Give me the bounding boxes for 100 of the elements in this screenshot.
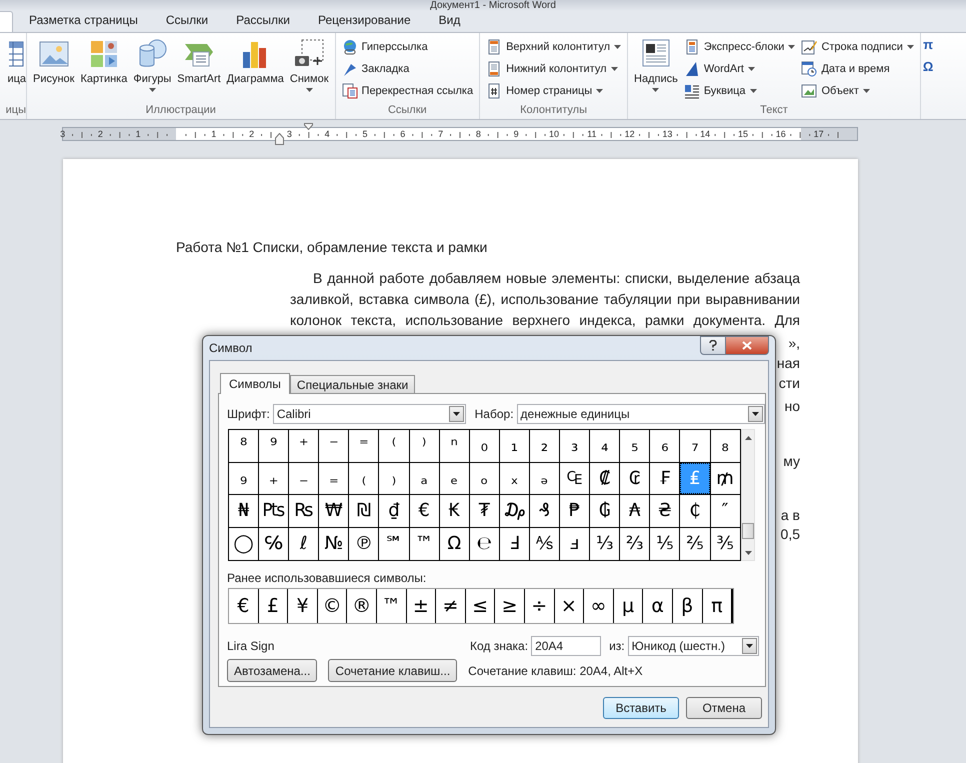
ribbon-tab[interactable]: Рецензирование [304,11,425,32]
symbol-cell[interactable]: ₎ [379,462,409,494]
symbol-cell[interactable]: ₓ [500,462,529,494]
symbol-cell[interactable]: ₔ [530,462,560,494]
symbol-cell[interactable]: ℮ [470,528,499,560]
symbol-cell[interactable]: ₯ [500,495,529,528]
dialog-tab[interactable]: Специальные знаки [290,375,416,393]
hanging-indent-marker[interactable] [275,133,284,145]
symbol-cell[interactable]: β [672,589,702,623]
ribbon-button[interactable]: Дата и время [799,59,916,79]
ribbon-button[interactable]: Строка подписи [799,37,916,57]
ribbon-button[interactable]: Картинка [78,36,130,104]
symbol-cell[interactable]: ⁾ [410,430,439,462]
symbol-cell[interactable]: © [318,589,346,623]
symbol-cell[interactable]: ¥ [288,589,317,623]
symbol-cell[interactable]: ™ [410,528,439,560]
symbol-cell[interactable]: ⁸ [229,430,258,462]
ribbon-button[interactable]: π [922,36,934,54]
symbol-cell[interactable]: № [319,528,348,560]
symbol-cell[interactable]: ⅕ [650,528,680,560]
symbol-cell[interactable]: ₍ [349,462,378,494]
ribbon-tab[interactable]: Рассылки [222,11,304,32]
symbol-cell[interactable]: ⅔ [620,528,650,560]
font-dropdown[interactable]: Calibri [272,404,466,424]
symbol-cell[interactable]: ₮ [470,495,499,528]
symbol-cell[interactable]: ₂ [530,430,560,462]
first-line-indent-marker[interactable] [304,123,313,130]
symbol-cell[interactable]: ″ [710,495,740,528]
character-code-field[interactable]: 20A4 [531,636,602,656]
symbol-cell[interactable]: ⅍ [530,528,560,560]
ribbon-button[interactable]: Снимок [288,36,331,104]
symbol-cell[interactable]: ₠ [560,462,590,494]
symbol-cell[interactable]: ₲ [590,495,620,528]
symbol-cell[interactable]: ₋ [289,462,318,494]
ribbon-button[interactable]: Закладка [340,59,476,79]
ribbon-button[interactable]: Перекрестная ссылка [340,81,476,101]
symbol-cell[interactable]: ™ [376,589,406,623]
symbol-cell[interactable]: ÷ [524,589,554,623]
symbol-cell[interactable]: ⁺ [289,430,318,462]
symbol-cell[interactable]: ₃ [560,430,590,462]
symbol-cell[interactable]: ₆ [650,430,680,462]
ribbon-button[interactable]: Верхний колонтитул [484,37,624,57]
ribbon-button[interactable]: Экспресс-блоки [682,37,798,57]
symbol-cell[interactable]: ₡ [590,462,620,494]
ribbon-button[interactable]: Ω [922,58,934,76]
symbol-cell[interactable]: ⁼ [349,430,378,462]
symbol-cell[interactable]: ₪ [349,495,378,528]
symbol-cell[interactable]: ₉ [229,462,258,494]
symbol-cell[interactable]: ⁻ [319,430,348,462]
symbol-cell[interactable]: ₢ [620,462,650,494]
symbol-cell[interactable]: ⅗ [710,528,740,560]
symbol-cell[interactable]: ⅎ [560,528,590,560]
symbol-cell[interactable]: ℓ [289,528,318,560]
scrollbar[interactable] [741,429,755,561]
symbol-cell[interactable]: ₌ [319,462,348,494]
symbol-cell[interactable]: ⁽ [379,430,409,462]
symbol-cell[interactable]: Ⅎ [500,528,529,560]
symbol-cell[interactable]: ₅ [620,430,650,462]
symbol-cell[interactable]: ℗ [349,528,378,560]
symbol-cell[interactable]: ₧ [259,495,288,528]
ribbon-button[interactable]: Буквица [682,81,798,101]
symbol-cell[interactable]: ⁿ [440,430,469,462]
symbol-cell[interactable]: ℠ [379,528,409,560]
scroll-thumb[interactable] [742,523,754,539]
ribbon-button[interactable]: SmartArt [175,36,223,104]
symbol-cell[interactable]: ₱ [560,495,590,528]
symbol-cell[interactable]: ₳ [620,495,650,528]
symbol-cell[interactable]: ₴ [650,495,680,528]
insert-button[interactable]: Вставить [603,697,679,719]
symbol-cell[interactable]: ₈ [710,430,740,462]
ribbon-button[interactable]: Нижний колонтитул [484,59,624,79]
symbol-cell[interactable]: € [410,495,439,528]
ribbon-button[interactable]: Гиперссылка [340,37,476,57]
ribbon-button[interactable]: WordArt [682,59,798,79]
symbol-cell[interactable]: ⁹ [259,430,288,462]
symbol-cell[interactable]: π [702,589,732,623]
symbol-cell[interactable]: ₀ [470,430,499,462]
symbol-cell[interactable]: ₫ [379,495,409,528]
symbol-cell[interactable]: ₐ [410,462,439,494]
symbol-cell[interactable]: € [229,589,258,623]
symbol-cell[interactable]: ₒ [470,462,499,494]
symbol-cell[interactable]: ₰ [530,495,560,528]
symbol-cell[interactable]: ◯ [229,528,258,560]
ribbon-tab[interactable]: Ссылки [152,11,222,32]
symbol-cell[interactable]: ₁ [500,430,529,462]
dialog-tab[interactable]: Символы [220,373,290,394]
symbol-cell[interactable]: Ω [440,528,469,560]
symbol-cell[interactable]: ₇ [680,430,710,462]
symbol-cell[interactable]: ℅ [259,528,288,560]
ribbon-tab[interactable]: Разметка страницы [13,11,152,32]
cancel-button[interactable]: Отмена [686,697,762,719]
shortcut-key-button[interactable]: Сочетание клавиш... [328,659,458,682]
symbol-cell[interactable]: ₩ [319,495,348,528]
symbol-cell[interactable]: ≠ [436,589,465,623]
symbol-cell[interactable]: ⅖ [680,528,710,560]
symbol-cell[interactable]: £ [258,589,288,623]
ribbon-button[interactable]: Рисунок [31,36,76,104]
symbol-cell[interactable]: ₥ [710,462,740,494]
ribbon-button[interactable]: Фигуры [131,36,174,104]
autocorrect-button[interactable]: Автозамена... [227,659,318,682]
